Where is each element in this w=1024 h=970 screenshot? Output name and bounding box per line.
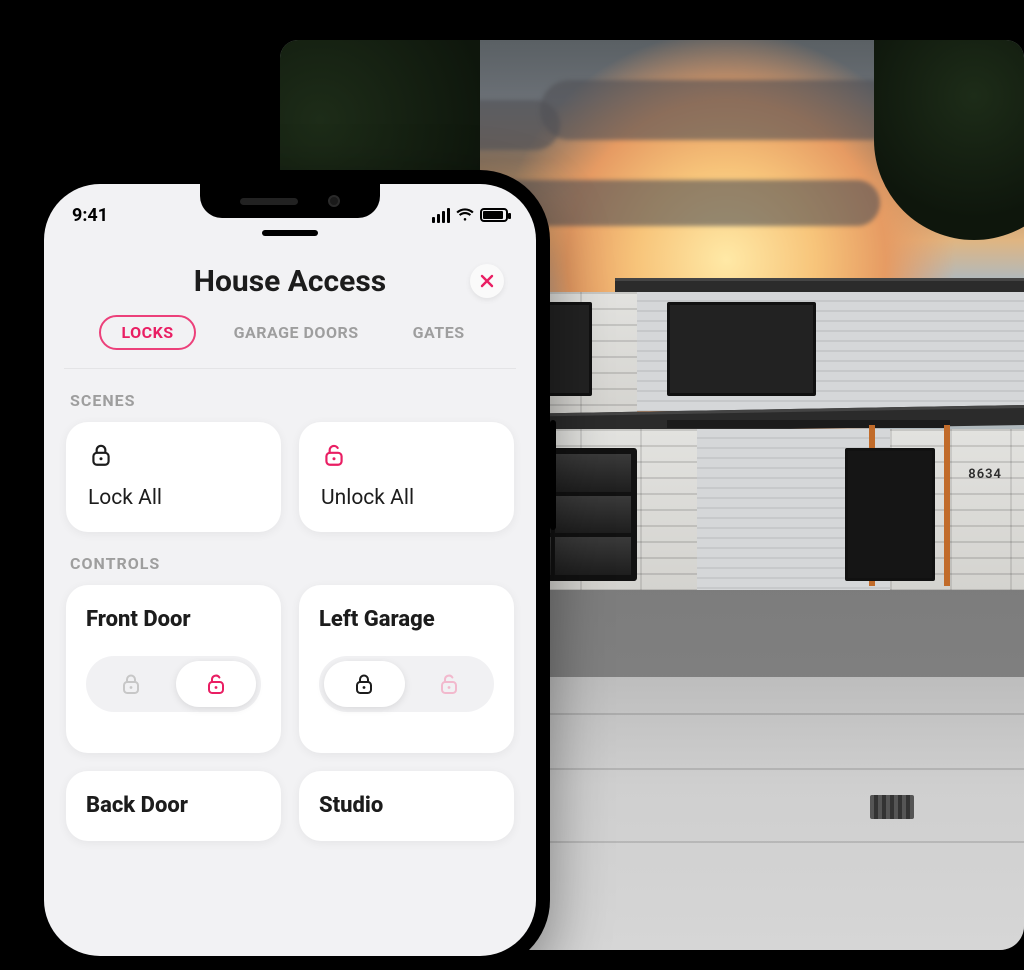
control-title: Left Garage [319, 607, 494, 632]
driveway-drain [870, 795, 914, 819]
battery-icon [480, 208, 508, 222]
category-tabs: LOCKS GARAGE DOORS GATES [64, 305, 516, 369]
lock-icon [88, 442, 114, 468]
scene-label: Lock All [88, 486, 259, 510]
front-door-photo [845, 448, 935, 580]
lock-option[interactable] [324, 661, 405, 707]
scenes-heading: SCENES [64, 369, 516, 422]
phone-frame: 9:41 House Access [30, 170, 550, 970]
control-title: Back Door [86, 793, 261, 818]
unlock-option[interactable] [176, 661, 257, 707]
notch [200, 184, 380, 218]
control-card-studio: Studio [299, 771, 514, 841]
lock-option[interactable] [91, 661, 172, 707]
unlock-option[interactable] [409, 661, 490, 707]
lock-toggle[interactable] [86, 656, 261, 712]
tab-locks[interactable]: LOCKS [99, 315, 195, 350]
upstairs-window [667, 302, 816, 397]
tab-garage-doors[interactable]: GARAGE DOORS [218, 315, 375, 350]
page-title: House Access [64, 254, 516, 305]
control-title: Studio [319, 793, 494, 818]
lock-icon [352, 672, 376, 696]
lock-open-icon [321, 442, 347, 468]
control-card-left-garage: Left Garage [299, 585, 514, 753]
house-access-screen: House Access LOCKS GARAGE DOORS GATES SC… [44, 184, 536, 956]
scene-label: Unlock All [321, 486, 492, 510]
scene-unlock-all[interactable]: Unlock All [299, 422, 514, 532]
phone-screen: 9:41 House Access [44, 184, 536, 956]
scene-lock-all[interactable]: Lock All [66, 422, 281, 532]
close-button[interactable] [470, 264, 504, 298]
wifi-icon [456, 208, 474, 222]
lock-toggle[interactable] [319, 656, 494, 712]
tab-gates[interactable]: GATES [397, 315, 481, 350]
lock-open-icon [204, 672, 228, 696]
control-card-back-door: Back Door [66, 771, 281, 841]
controls-heading: CONTROLS [64, 532, 516, 585]
cellular-icon [432, 208, 450, 223]
control-card-front-door: Front Door [66, 585, 281, 753]
lock-open-icon [437, 672, 461, 696]
lock-icon [119, 672, 143, 696]
house-number: 8634 [968, 467, 1002, 482]
control-title: Front Door [86, 607, 261, 632]
close-icon [479, 273, 495, 289]
status-time: 9:41 [72, 205, 108, 226]
